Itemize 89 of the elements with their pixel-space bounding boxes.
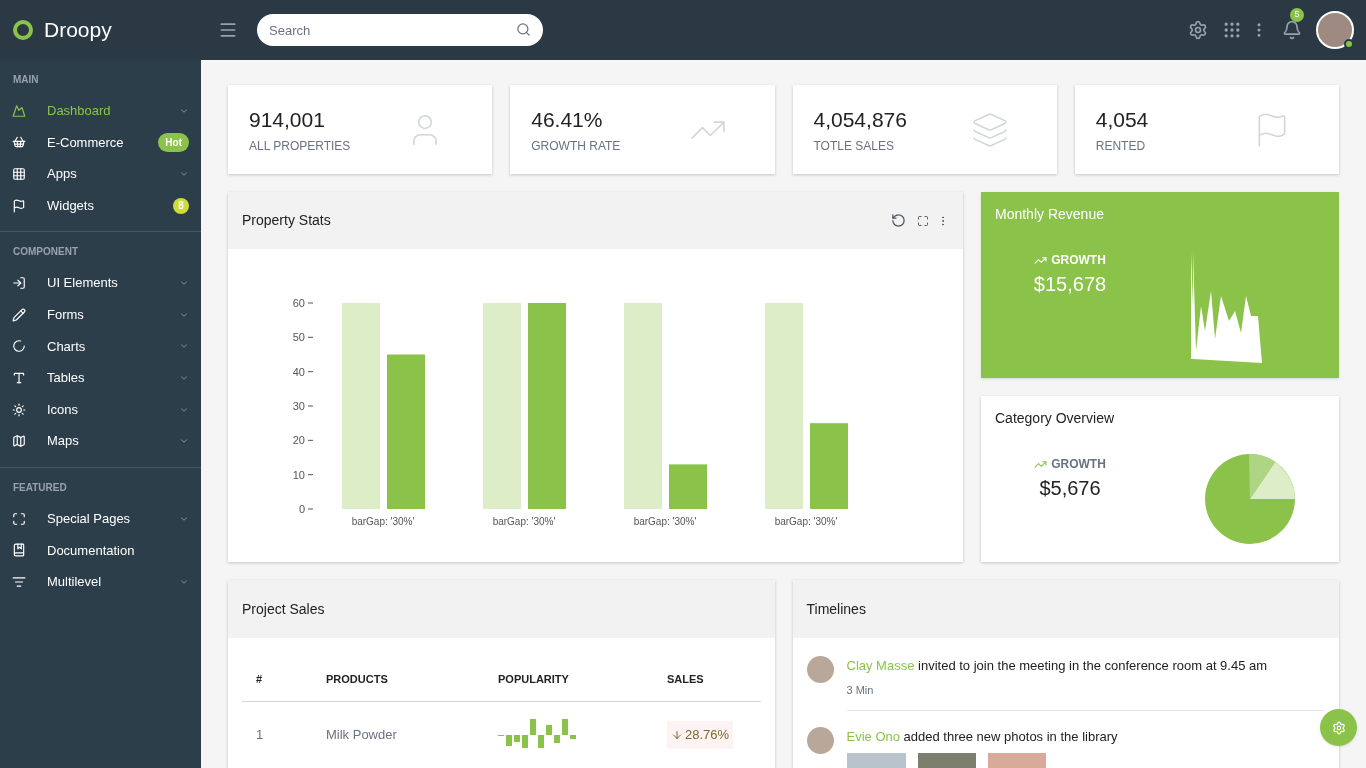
- axis-tick-label: 0: [298, 503, 305, 515]
- photo-placeholder: [917, 752, 976, 768]
- timeline-text: Clay Masse invited to join the meeting in the conference room at 9.45 am: [846, 657, 1269, 675]
- down-arrow-icon: [671, 729, 683, 741]
- mountain-icon: [12, 103, 26, 118]
- section-title: FEATURED: [12, 480, 68, 495]
- sidebar-item[interactable]: Icons: [0, 393, 201, 426]
- sidebar-item[interactable]: E-Commerce Hot: [0, 126, 201, 159]
- sidebar-item[interactable]: Multilevel: [0, 566, 201, 598]
- fullscreen-icon[interactable]: [917, 214, 929, 227]
- stat-value: 4,054: [1095, 106, 1149, 133]
- sun-icon: [12, 402, 26, 417]
- sales-value: 28.76%: [685, 726, 730, 745]
- frame-icon: [12, 511, 26, 526]
- sidebar-item[interactable]: Dashboard: [0, 95, 201, 127]
- axis-tick-label: 10: [292, 468, 305, 481]
- section-title: COMPONENT: [12, 245, 79, 260]
- bar: [669, 464, 707, 509]
- sidebar-item[interactable]: Forms: [0, 298, 201, 331]
- basket-icon: [12, 135, 26, 150]
- table-cell-text: 1: [256, 726, 265, 745]
- book-icon: [12, 543, 26, 558]
- user-avatar[interactable]: [1316, 11, 1354, 49]
- sidebar-item[interactable]: Maps: [0, 425, 201, 457]
- flag-icon: [12, 198, 26, 213]
- card-title: Category Overview: [995, 409, 1116, 428]
- brand-name: Droopy: [44, 17, 112, 44]
- axis-tick-label: 40: [292, 365, 305, 378]
- search-icon[interactable]: [516, 22, 531, 37]
- stat-label: ALL PROPERTIES: [249, 138, 351, 156]
- sidebar-item[interactable]: Charts: [0, 330, 201, 363]
- logo-icon: [12, 19, 34, 41]
- card-title: Monthly Revenue: [995, 205, 1105, 224]
- avatar: [806, 656, 834, 683]
- sidebar-item[interactable]: UI Elements: [0, 267, 201, 299]
- trend-label: GROWTH: [1051, 456, 1106, 473]
- stat-value: 4,054,876: [813, 106, 907, 133]
- sidebar-item[interactable]: Special Pages: [0, 502, 201, 535]
- text-icon: [12, 370, 26, 385]
- photo-placeholder: [987, 752, 1046, 768]
- category-label: barGap: '30%': [633, 516, 697, 527]
- login-icon: [12, 276, 26, 291]
- search-field[interactable]: Search: [257, 14, 543, 46]
- notifications-icon[interactable]: [1282, 20, 1302, 40]
- table-cell-text: Milk Powder: [326, 726, 398, 745]
- axis-tick-label: 20: [292, 434, 305, 447]
- photo-placeholder: [846, 752, 906, 768]
- chevron-icon: [179, 169, 189, 179]
- pencil-icon: [12, 307, 26, 322]
- column-header: #: [256, 672, 264, 688]
- notification-count: 5: [1290, 8, 1304, 22]
- layers-icon: [970, 110, 1009, 149]
- stat-label: RENTED: [1095, 138, 1146, 156]
- menu-icon[interactable]: [218, 20, 238, 40]
- trend-label: GROWTH: [1051, 252, 1106, 269]
- card-title: Property Stats: [242, 211, 332, 230]
- sidebar-item[interactable]: Tables: [0, 362, 201, 394]
- sidebar-item[interactable]: Widgets 8: [0, 189, 201, 222]
- axis-tick-label: 50: [292, 331, 305, 344]
- category-label: barGap: '30%': [351, 516, 415, 527]
- card-title: Project Sales: [242, 599, 325, 619]
- card-title: Timelines: [806, 599, 866, 619]
- sidebar-item[interactable]: Apps: [0, 158, 201, 190]
- stat-value: 914,001: [249, 106, 325, 133]
- settings-icon: [1331, 720, 1346, 735]
- refresh-icon[interactable]: [891, 213, 906, 228]
- axis-tick-label: 60: [292, 297, 305, 309]
- section-title: MAIN: [12, 73, 40, 87]
- stat-value: 46.41%: [531, 106, 603, 133]
- revenue-amount: $15,678: [1033, 272, 1107, 297]
- column-header: SALES: [667, 672, 705, 688]
- stat-label: TOTLE SALES: [813, 138, 894, 156]
- timeline-time: 3 Min: [846, 682, 875, 698]
- badge: Hot: [158, 132, 189, 152]
- category-amount: $5,676: [1039, 476, 1101, 501]
- category-label: barGap: '30%': [774, 516, 838, 527]
- sidebar-item[interactable]: Documentation: [0, 534, 201, 567]
- category-label: barGap: '30%': [492, 516, 556, 527]
- grid-icon: [12, 167, 26, 181]
- stat-label: GROWTH RATE: [531, 138, 621, 156]
- avatar: [806, 727, 834, 754]
- axis-tick-label: 30: [292, 400, 305, 412]
- filter-icon: [12, 574, 26, 589]
- apps-grid-icon[interactable]: [1222, 20, 1242, 40]
- column-header: POPULARITY: [498, 672, 570, 688]
- column-header: PRODUCTS: [326, 672, 389, 688]
- map-icon: [12, 434, 26, 449]
- settings-icon[interactable]: [1188, 20, 1208, 40]
- badge: 8: [173, 197, 189, 214]
